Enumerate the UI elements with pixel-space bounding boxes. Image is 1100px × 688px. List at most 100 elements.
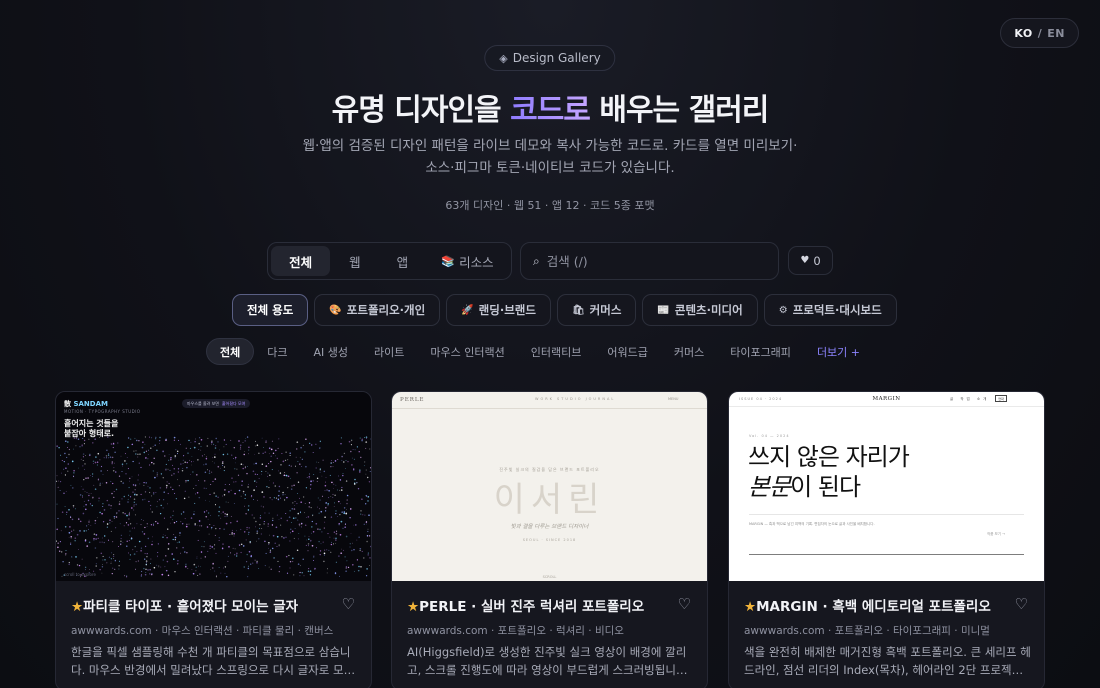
chip-landing-brand[interactable]: 🚀 랜딩·브랜드 (446, 294, 551, 326)
particle-dot (212, 457, 214, 459)
particle-dot (140, 547, 142, 549)
particle-dot (120, 540, 122, 543)
particle-dot (198, 520, 201, 522)
particle-dot (121, 498, 123, 500)
particle-dot (298, 533, 300, 534)
particle-dot (205, 457, 208, 460)
particle-dot (144, 526, 146, 529)
particle-dot (215, 576, 217, 578)
tag-dark[interactable]: 다크 (254, 338, 300, 365)
particle-dot (255, 440, 257, 442)
tag-ai-generated[interactable]: AI 생성 (301, 338, 362, 365)
search-input[interactable] (546, 253, 747, 269)
tab-label: 웹 (349, 254, 361, 270)
particle-dot (103, 509, 106, 511)
particle-dot (154, 476, 156, 479)
particle-dot (327, 568, 328, 570)
particle-dot (214, 453, 216, 455)
particle-dot (121, 463, 124, 465)
particle-dot (304, 535, 306, 537)
chip-content-media[interactable]: 📰 콘텐츠·미디어 (642, 294, 758, 326)
particle-dot (239, 545, 240, 546)
particle-dot (193, 488, 195, 490)
tab-web[interactable]: 웹 (332, 246, 377, 276)
particle-dot (364, 461, 366, 463)
design-card-particle-typo[interactable]: 散 SANDAM MOTION · TYPOGRAPHY STUDIO 마우스를… (55, 391, 372, 688)
particle-dot (95, 456, 97, 458)
particle-dot (70, 542, 72, 543)
particle-dot (230, 515, 232, 517)
heart-outline-icon[interactable]: ♡ (678, 595, 691, 613)
particle-dot (174, 539, 176, 541)
lang-ko[interactable]: KO (1014, 27, 1032, 40)
particle-dot (113, 491, 115, 492)
particle-dot (365, 503, 367, 505)
particle-dot (240, 495, 242, 497)
particle-dot (285, 474, 288, 477)
chip-label: 전체 용도 (247, 303, 294, 317)
particle-dot (111, 572, 113, 575)
particle-dot (334, 572, 337, 575)
particle-dot (182, 523, 184, 525)
particle-dot (272, 534, 275, 537)
tab-resources[interactable]: 📚 리소스 (427, 246, 508, 276)
chip-commerce[interactable]: 🛍 커머스 (556, 294, 637, 326)
particle-dot (98, 497, 100, 499)
particle-dot (145, 571, 147, 574)
language-toggle[interactable]: KO / EN (1000, 18, 1079, 48)
tag-more-button[interactable]: 더보기 + (804, 338, 873, 365)
particle-dot (268, 486, 270, 489)
particle-dot (150, 563, 152, 564)
chip-portfolio[interactable]: 🎨 포트폴리오·개인 (314, 294, 441, 326)
tag-commerce[interactable]: 커머스 (661, 338, 717, 365)
particle-dot (321, 475, 323, 477)
particle-dot (151, 543, 153, 546)
particle-dot (238, 440, 240, 442)
particle-dot (158, 565, 160, 566)
tab-app[interactable]: 앱 (380, 246, 425, 276)
particle-dot (349, 517, 351, 519)
tag-mouse-interaction[interactable]: 마우스 인터랙션 (417, 338, 517, 365)
particle-dot (351, 542, 353, 544)
thumb-nav: WORK STUDIO JOURNAL (535, 397, 616, 401)
particle-dot (60, 454, 62, 456)
particle-dot (355, 524, 357, 526)
search-box[interactable]: ⌕ (520, 242, 779, 280)
particle-dot (112, 482, 114, 485)
chip-label: 포트폴리오·개인 (346, 303, 426, 317)
particle-dot (159, 512, 162, 515)
particle-dot (205, 487, 207, 489)
particle-dot (199, 573, 201, 575)
tag-all[interactable]: 전체 (206, 338, 255, 365)
design-card-perle[interactable]: PERLE WORK STUDIO JOURNAL MENU 진주빛 실크의 질… (391, 391, 708, 688)
particle-dot (134, 546, 136, 548)
particle-dot (147, 485, 149, 487)
tag-typography[interactable]: 타이포그래피 (717, 338, 804, 365)
particle-dot (311, 544, 314, 547)
particle-dot (167, 503, 168, 505)
thumb-brand: PERLE (400, 397, 425, 403)
favorites-button[interactable]: ♥ 0 (788, 246, 833, 275)
particle-dot (162, 559, 164, 561)
particle-dot (327, 533, 329, 535)
chip-product-dashboard[interactable]: ⚙ 프로덕트·대시보드 (763, 294, 897, 326)
heart-outline-icon[interactable]: ♡ (1015, 595, 1028, 613)
tag-light[interactable]: 라이트 (361, 338, 417, 365)
tab-all[interactable]: 전체 (271, 246, 331, 276)
particle-dot (102, 564, 103, 565)
particle-dot (297, 538, 299, 540)
particle-dot (324, 510, 327, 512)
particle-dot (127, 524, 130, 526)
tag-award-grade[interactable]: 어워드급 (594, 338, 660, 365)
particle-dot (334, 494, 336, 496)
particle-dot (185, 564, 187, 566)
heart-outline-icon[interactable]: ♡ (342, 595, 355, 613)
design-card-margin[interactable]: ISSUE 04 · 2024 MARGIN 글 작업 소개 연락 Vol. 0… (728, 391, 1045, 688)
tag-interactive[interactable]: 인터랙티브 (518, 338, 595, 365)
particle-dot (168, 459, 170, 461)
lang-en[interactable]: EN (1047, 27, 1065, 40)
particle-dot (269, 480, 270, 482)
particle-dot (349, 543, 351, 545)
particle-dot (140, 575, 142, 577)
chip-all-purposes[interactable]: 전체 용도 (232, 294, 309, 326)
